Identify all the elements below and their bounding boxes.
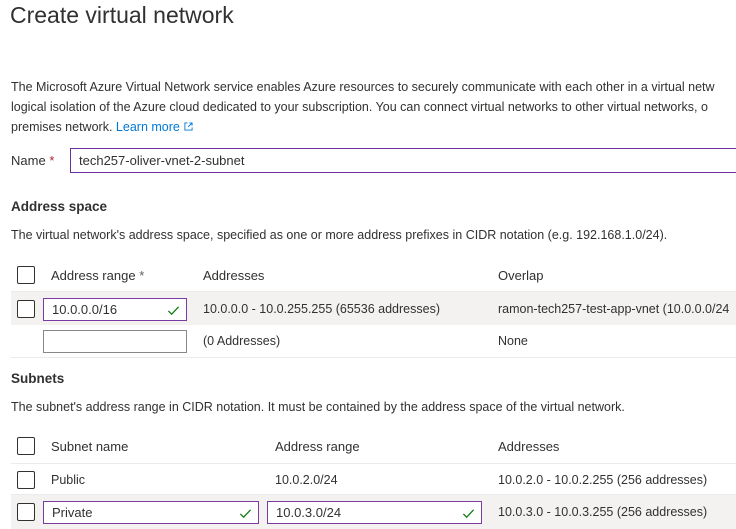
new-address-range-overlap: None [498, 334, 528, 348]
address-range-addresses: 10.0.0.0 - 10.0.255.255 (65536 addresses… [203, 302, 440, 316]
checkmark-icon [239, 509, 252, 519]
address-space-description: The virtual network's address space, spe… [11, 228, 668, 242]
address-range-overlap: ramon-tech257-test-app-vnet (10.0.0.0/24 [498, 302, 730, 316]
subnet-addresses: 10.0.3.0 - 10.0.3.255 (256 addresses) [498, 505, 708, 519]
subnets-description: The subnet's address range in CIDR notat… [11, 400, 625, 414]
description-line-3-text: premises network. [11, 120, 113, 134]
checkmark-icon [167, 306, 180, 316]
subnet-address-range: 10.0.2.0/24 [275, 473, 338, 487]
address-space-heading: Address space [11, 199, 108, 214]
column-header-addresses: Addresses [203, 268, 265, 283]
divider [11, 463, 736, 464]
new-address-range-input[interactable] [43, 330, 187, 353]
subnet-name-input[interactable]: Private [43, 501, 259, 524]
row-checkbox[interactable] [17, 471, 35, 489]
description-line-2: logical isolation of the Azure cloud ded… [11, 100, 708, 114]
row-checkbox[interactable] [17, 300, 35, 318]
divider [11, 357, 736, 358]
name-input-value: tech257-oliver-vnet-2-subnet [79, 153, 245, 168]
subnets-heading: Subnets [11, 371, 65, 386]
checkmark-icon [462, 509, 475, 519]
subnet-name-value: Private [52, 505, 93, 520]
subnet-select-all-checkbox[interactable] [17, 437, 35, 455]
name-label-text: Name [11, 153, 46, 168]
address-select-all-checkbox[interactable] [17, 266, 35, 284]
subnet-name: Public [51, 473, 86, 487]
required-mark: * [139, 268, 145, 283]
learn-more-label: Learn more [115, 120, 180, 134]
page-title: Create virtual network [10, 2, 234, 28]
column-header-subnet-addresses: Addresses [498, 439, 560, 454]
column-header-subnet-name: Subnet name [51, 439, 129, 454]
learn-more-link[interactable]: Learn more [116, 120, 193, 134]
column-header-address-range-text: Address range [51, 268, 136, 283]
subnet-address-range-value: 10.0.3.0/24 [276, 505, 342, 520]
required-mark: * [49, 153, 55, 168]
column-header-overlap: Overlap [498, 268, 544, 283]
row-checkbox[interactable] [17, 503, 35, 521]
page-description: The Microsoft Azure Virtual Network serv… [11, 77, 736, 137]
description-line-1: The Microsoft Azure Virtual Network serv… [11, 80, 715, 94]
new-address-range-addresses: (0 Addresses) [203, 334, 281, 348]
name-label: Name * [11, 153, 54, 168]
name-input[interactable]: tech257-oliver-vnet-2-subnet [70, 148, 736, 173]
column-header-subnet-address-range: Address range [275, 439, 360, 454]
subnet-address-range-input[interactable]: 10.0.3.0/24 [267, 501, 482, 524]
external-link-icon [184, 122, 193, 131]
address-range-value: 10.0.0.0/16 [52, 302, 118, 317]
column-header-address-range: Address range * [51, 268, 144, 283]
description-line-3: premises network. Learn more [11, 117, 736, 137]
address-range-input[interactable]: 10.0.0.0/16 [43, 298, 187, 321]
subnet-addresses: 10.0.2.0 - 10.0.2.255 (256 addresses) [498, 473, 708, 487]
